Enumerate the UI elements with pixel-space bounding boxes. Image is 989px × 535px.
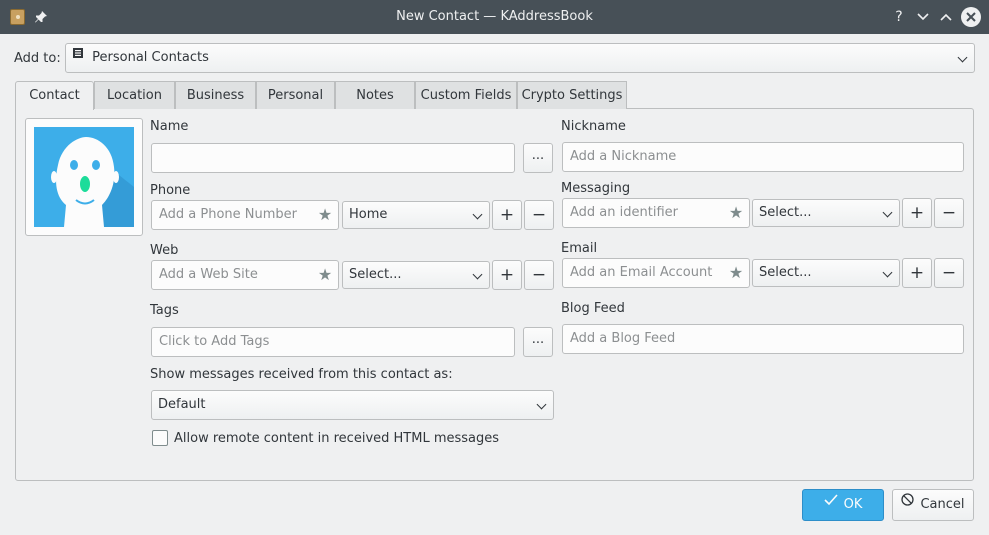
chevron-down-icon [472,269,483,280]
web-add-button[interactable]: + [492,260,522,290]
help-icon[interactable]: ? [889,7,909,27]
web-placeholder: Add a Web Site [159,267,258,282]
email-type-value: Select... [759,265,812,280]
messaging-add-button[interactable]: + [902,198,932,228]
email-type-combo[interactable]: Select... [752,259,900,287]
email-placeholder: Add an Email Account [570,265,713,280]
cancel-icon [901,488,915,518]
add-to-combo[interactable]: Personal Contacts [65,43,975,73]
addressbook-icon [72,42,84,70]
messaging-label: Messaging [561,181,631,196]
web-type-combo[interactable]: Select... [342,261,490,289]
messaging-type-value: Select... [759,205,812,220]
star-icon[interactable]: ★ [728,265,744,281]
phone-type-value: Home [349,207,388,222]
allow-remote-content-label[interactable]: Allow remote content in received HTML me… [174,431,499,447]
tab-crypto-settings[interactable]: Crypto Settings [517,81,627,109]
check-icon [824,488,838,518]
tab-location[interactable]: Location [94,81,175,109]
show-messages-combo[interactable]: Default [151,390,554,420]
web-label: Web [150,243,179,258]
phone-placeholder: Add a Phone Number [159,207,298,222]
avatar [34,127,134,227]
tab-notes[interactable]: Notes [335,81,415,109]
messaging-input[interactable]: Add an identifier ★ [562,198,750,228]
email-remove-button[interactable]: − [934,258,964,288]
blog-feed-input[interactable]: Add a Blog Feed [562,324,964,354]
name-label: Name [150,119,189,134]
web-type-value: Select... [349,267,402,282]
maximize-icon[interactable] [936,7,956,27]
chevron-down-icon [882,267,893,278]
phone-add-button[interactable]: + [492,200,522,230]
email-label: Email [561,241,598,256]
add-to-label: Add to: [14,51,61,66]
web-input[interactable]: Add a Web Site ★ [151,260,339,290]
pin-icon[interactable] [33,8,49,26]
chevron-down-icon [472,209,483,220]
tags-select-button[interactable]: ... [523,327,553,357]
name-input[interactable] [151,143,515,173]
email-add-button[interactable]: + [902,258,932,288]
tab-business[interactable]: Business [175,81,256,109]
cancel-button[interactable]: Cancel [892,489,974,521]
tags-label: Tags [150,303,179,318]
chevron-down-icon [957,52,968,63]
messaging-placeholder: Add an identifier [570,205,678,220]
cancel-label: Cancel [920,497,965,512]
email-input[interactable]: Add an Email Account ★ [562,258,750,288]
allow-remote-content-checkbox[interactable] [152,430,168,446]
star-icon[interactable]: ★ [317,267,333,283]
tab-custom-fields[interactable]: Custom Fields [415,81,517,109]
phone-input[interactable]: Add a Phone Number ★ [151,200,339,230]
tab-personal[interactable]: Personal [256,81,335,109]
blog-feed-label: Blog Feed [561,301,625,316]
close-icon[interactable] [961,7,981,27]
ok-label: OK [843,497,863,512]
tab-contact[interactable]: Contact [15,81,94,110]
title-bar: New Contact — KAddressBook [0,0,989,34]
tags-input[interactable]: Click to Add Tags [151,327,515,357]
name-details-button[interactable]: ... [523,143,553,173]
nickname-input[interactable]: Add a Nickname [562,142,964,172]
nickname-label: Nickname [561,119,626,134]
phone-type-combo[interactable]: Home [342,201,490,229]
contact-photo-button[interactable] [25,118,143,236]
ok-button[interactable]: OK [802,489,884,521]
addressbook-app-icon[interactable] [10,9,25,25]
phone-label: Phone [150,183,191,198]
phone-remove-button[interactable]: − [524,200,554,230]
minimize-icon[interactable] [913,7,933,27]
messaging-type-combo[interactable]: Select... [752,199,900,227]
chevron-down-icon [536,399,547,410]
star-icon[interactable]: ★ [728,205,744,221]
chevron-down-icon [882,207,893,218]
show-messages-label: Show messages received from this contact… [150,367,453,382]
messaging-remove-button[interactable]: − [934,198,964,228]
web-remove-button[interactable]: − [524,260,554,290]
add-to-value: Personal Contacts [92,50,209,65]
star-icon[interactable]: ★ [317,207,333,223]
show-messages-value: Default [158,397,206,412]
window-title: New Contact — KAddressBook [396,9,593,24]
